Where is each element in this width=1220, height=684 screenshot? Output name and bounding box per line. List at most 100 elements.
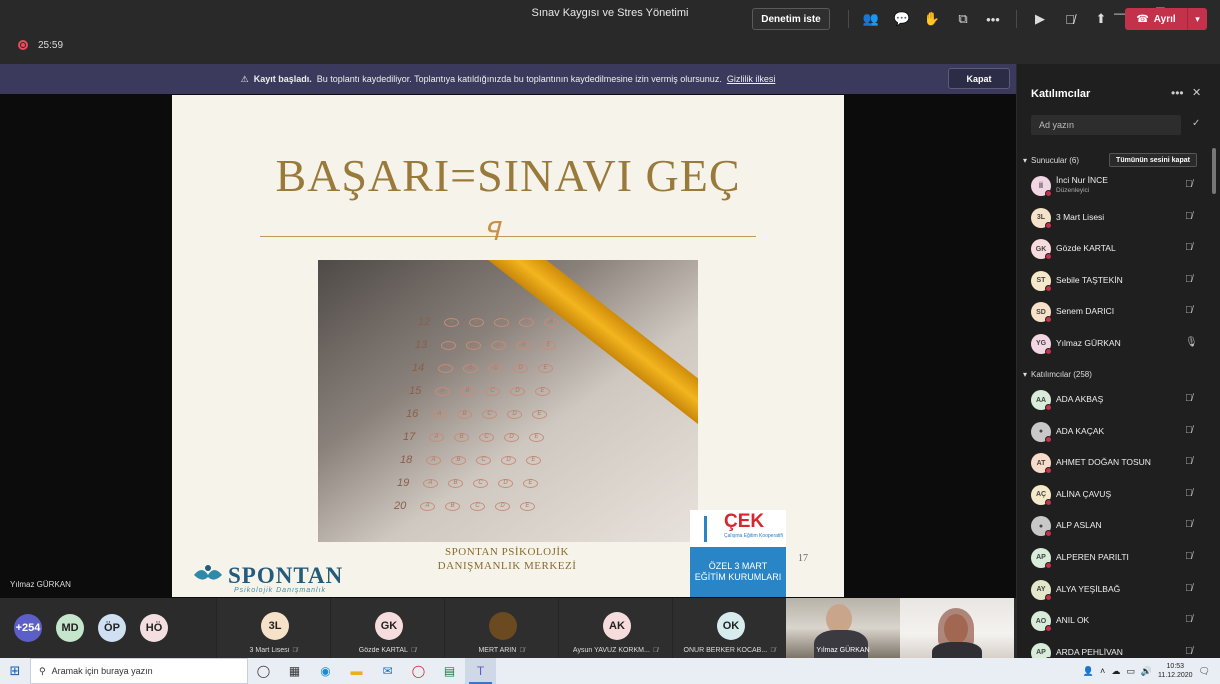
- mute-all-button[interactable]: Tümünün sesini kapat: [1109, 153, 1197, 167]
- more-options-icon[interactable]: •••: [1171, 86, 1184, 100]
- widgets-icon[interactable]: ▦: [279, 658, 310, 684]
- participant-avatar[interactable]: +254: [14, 614, 42, 642]
- participant-row[interactable]: AY ALYA YEŞİLBAĞ 🎙̸: [1017, 574, 1211, 606]
- windows-start-icon[interactable]: ⊞: [0, 658, 30, 684]
- camera-icon[interactable]: ▶: [1029, 8, 1051, 30]
- participant-avatar[interactable]: ÖP: [98, 614, 126, 642]
- mic-muted-icon[interactable]: 🎙̸: [1185, 488, 1193, 499]
- notifications-icon[interactable]: 🗨: [1199, 666, 1210, 677]
- taskbar-clock[interactable]: 10:53 11.12.2020: [1158, 662, 1193, 680]
- cek-line-2: EĞİTİM KURUMLARI: [694, 572, 782, 582]
- task-view-icon[interactable]: ◯: [248, 658, 279, 684]
- mail-icon[interactable]: ✉: [372, 658, 403, 684]
- participant-row[interactable]: İİ İnci Nur İNCE Düzenleyici 🎙̸: [1017, 170, 1211, 202]
- mic-muted-icon[interactable]: 🎙̸: [1059, 8, 1081, 30]
- close-banner-button[interactable]: Kapat: [948, 68, 1010, 89]
- mic-muted-icon[interactable]: 🎙̸: [1185, 179, 1193, 190]
- close-panel-icon[interactable]: ✕: [1192, 86, 1201, 99]
- participants-icon[interactable]: 👥: [860, 8, 882, 30]
- video-tile-speaker[interactable]: Yılmaz GÜRKAN: [786, 598, 900, 658]
- presenters-header[interactable]: ▾ Sunucular (6): [1023, 156, 1079, 165]
- participant-row[interactable]: ● ALP ASLAN 🎙̸: [1017, 510, 1211, 542]
- mic-muted-icon[interactable]: 🎙̸: [1185, 614, 1193, 625]
- window-title: Sınav Kaygısı ve Stres Yönetimi: [531, 7, 689, 19]
- participant-avatar: AO: [1031, 611, 1052, 633]
- mic-muted-icon: 🎙̸: [292, 647, 298, 654]
- attendees-header[interactable]: ▾ Katılımcılar (258): [1023, 370, 1092, 379]
- participant-row[interactable]: ● ADA KAÇAK 🎙̸: [1017, 416, 1211, 448]
- request-control-button[interactable]: Denetim iste: [752, 8, 830, 30]
- more-actions-icon[interactable]: •••: [982, 8, 1004, 30]
- clock-date: 11.12.2020: [1158, 672, 1193, 679]
- excel-icon[interactable]: ▤: [434, 658, 465, 684]
- participant-row[interactable]: SD Senem DARICI 🎙̸: [1017, 296, 1211, 328]
- chat-icon[interactable]: 💬: [891, 8, 913, 30]
- panel-scrollbar[interactable]: [1212, 148, 1216, 194]
- mic-on-icon[interactable]: 🎙: [1185, 337, 1198, 348]
- chevron-down-icon[interactable]: ▾: [1187, 8, 1207, 30]
- mic-muted-icon[interactable]: 🎙̸: [1185, 393, 1193, 404]
- file-explorer-icon[interactable]: ▬: [341, 658, 372, 684]
- privacy-link[interactable]: Gizlilik ilkesi: [727, 74, 776, 84]
- mic-muted-icon[interactable]: 🎙̸: [1185, 305, 1193, 316]
- participant-row[interactable]: AP ALPEREN PARILTI 🎙̸: [1017, 542, 1211, 574]
- avatar-initials: ●: [1038, 522, 1044, 530]
- slide-title: BAŞARI=SINAVI GEÇ: [275, 150, 741, 201]
- status-badge: [1045, 530, 1052, 538]
- opera-icon[interactable]: ◯: [403, 658, 434, 684]
- participant-tile[interactable]: AK Aysun YAVUZ KORKM... 🎙̸: [558, 598, 672, 658]
- status-badge: [1045, 435, 1052, 443]
- breakout-rooms-icon[interactable]: ⧉: [952, 8, 974, 30]
- raise-hand-icon[interactable]: ✋: [921, 8, 943, 30]
- participant-row[interactable]: AÇ ALİNA ÇAVUŞ 🎙̸: [1017, 479, 1211, 511]
- mic-muted-icon[interactable]: 🎙̸: [1185, 583, 1193, 594]
- edge-icon[interactable]: ◉: [310, 658, 341, 684]
- warning-icon: ⚠: [240, 73, 249, 84]
- mic-muted-icon[interactable]: 🎙̸: [1185, 646, 1193, 657]
- participant-avatar: GK: [1031, 239, 1052, 261]
- avatar-initials: ●: [1038, 428, 1044, 436]
- mic-muted-icon[interactable]: 🎙̸: [1185, 242, 1193, 253]
- leave-button[interactable]: ☎ Ayrıl ▾: [1125, 8, 1207, 30]
- teams-icon[interactable]: T: [465, 658, 496, 684]
- participant-avatar[interactable]: MD: [56, 614, 84, 642]
- check-icon[interactable]: ✓: [1192, 118, 1200, 129]
- taskbar-search[interactable]: ⚲ Aramak için buraya yazın: [30, 658, 248, 684]
- tile-name: Aysun YAVUZ KORKM... 🎙̸: [559, 647, 672, 654]
- answer-bubble: C: [482, 409, 497, 419]
- participant-tile[interactable]: MERT ARIN 🎙̸: [444, 598, 558, 658]
- mic-muted-icon[interactable]: 🎙̸: [1185, 211, 1193, 222]
- participant-row[interactable]: AA ADA AKBAŞ 🎙̸: [1017, 384, 1211, 416]
- cloud-icon[interactable]: ☁: [1111, 666, 1120, 677]
- share-screen-icon[interactable]: ⬆: [1090, 8, 1112, 30]
- answer-bubble: B: [445, 501, 460, 511]
- participant-row[interactable]: AT AHMET DOĞAN TOSUN 🎙̸: [1017, 447, 1211, 479]
- volume-icon[interactable]: 🔊: [1141, 666, 1152, 677]
- mic-muted-icon[interactable]: 🎙̸: [1185, 274, 1193, 285]
- mic-muted-icon[interactable]: 🎙̸: [1185, 551, 1193, 562]
- participant-tile[interactable]: OK ONUR BERKER KOCAB... 🎙̸: [672, 598, 786, 658]
- video-tile-participant[interactable]: [900, 598, 1014, 658]
- tile-name-text: ONUR BERKER KOCAB...: [683, 647, 768, 654]
- taskbar-search-placeholder: Aramak için buraya yazın: [51, 666, 153, 676]
- cek-line-1: ÖZEL 3 MART: [708, 561, 768, 571]
- mic-muted-icon[interactable]: 🎙̸: [1185, 519, 1193, 530]
- participant-tile[interactable]: GK Gözde KARTAL 🎙̸: [330, 598, 444, 658]
- participant-tile[interactable]: 3L 3 Mart Lisesi 🎙̸: [216, 598, 330, 658]
- mic-muted-icon[interactable]: 🎙̸: [1185, 425, 1193, 436]
- participant-row[interactable]: YG Yılmaz GÜRKAN 🎙: [1017, 328, 1211, 360]
- participant-row[interactable]: ST Sebile TAŞTEKİN 🎙̸: [1017, 265, 1211, 297]
- participant-row[interactable]: GK Gözde KARTAL 🎙̸: [1017, 233, 1211, 265]
- answer-row: 17 A B C D E: [403, 431, 544, 443]
- chevron-up-icon[interactable]: ˄: [1100, 666, 1105, 676]
- banner-text: Bu toplantı kaydediliyor. Toplantıya kat…: [316, 74, 722, 84]
- presentation-slide: BAŞARI=SINAVI GEÇ ꟼ 12 A B C D E 13 A B C D E 14 A B C D…: [172, 95, 844, 597]
- network-icon[interactable]: ▭: [1126, 666, 1135, 677]
- participant-row[interactable]: AO ANIL OK 🎙̸: [1017, 605, 1211, 637]
- people-icon[interactable]: 👤: [1083, 666, 1094, 677]
- participant-row[interactable]: 3L 3 Mart Lisesi 🎙̸: [1017, 202, 1211, 234]
- participant-avatar[interactable]: HÖ: [140, 614, 168, 642]
- mic-muted-icon[interactable]: 🎙̸: [1185, 456, 1193, 467]
- participant-search-input[interactable]: [1031, 115, 1181, 135]
- windows-taskbar: ⊞ ⚲ Aramak için buraya yazın ◯ ▦ ◉ ▬ ✉ ◯…: [0, 658, 1220, 684]
